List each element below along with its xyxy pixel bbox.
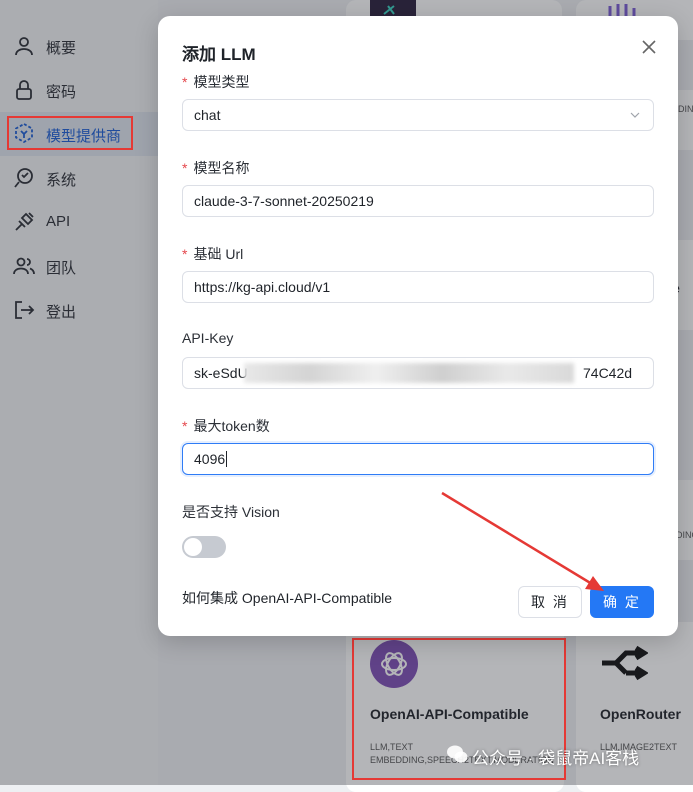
model-type-label: * 模型类型 (182, 72, 249, 92)
annotation-box (7, 116, 133, 150)
confirm-button[interactable]: 确 定 (590, 586, 654, 618)
label-text: 是否支持 Vision (182, 504, 280, 520)
model-name-label: * 模型名称 (182, 158, 249, 178)
label-text: 模型类型 (193, 74, 250, 90)
required-mark: * (182, 418, 188, 434)
input-value: claude-3-7-sonnet-20250219 (194, 193, 374, 209)
required-mark: * (182, 160, 188, 176)
wechat-icon (447, 745, 468, 763)
max-tokens-input[interactable]: 4096 (182, 443, 654, 475)
cancel-button[interactable]: 取 消 (518, 586, 582, 618)
close-icon[interactable] (638, 36, 660, 58)
integration-help-link[interactable]: 如何集成 OpenAI-API-Compatible (182, 588, 392, 608)
vision-toggle[interactable] (182, 536, 226, 558)
redaction-blur (244, 363, 574, 383)
text-caret (226, 451, 228, 467)
label-text: 基础 Url (193, 246, 244, 262)
label-text: 最大token数 (193, 418, 270, 434)
required-mark: * (182, 74, 188, 90)
model-name-input[interactable]: claude-3-7-sonnet-20250219 (182, 185, 654, 217)
input-value: 4096 (194, 451, 226, 467)
api-key-label: API-Key (182, 330, 233, 346)
label-text: API-Key (182, 330, 234, 346)
model-type-select[interactable]: chat (182, 99, 654, 131)
dialog-title: 添加 LLM (182, 45, 256, 64)
add-llm-dialog: 添加 LLM * 模型类型 chat * 模型名称 claude-3-7-sonne… (158, 16, 678, 636)
vision-label: 是否支持 Vision (182, 502, 280, 522)
base-url-label: * 基础 Url (182, 244, 243, 264)
input-value-prefix: sk-eSdU (194, 365, 248, 381)
label-text: 模型名称 (193, 160, 250, 176)
input-value: https://kg-api.cloud/v1 (194, 279, 331, 295)
max-tokens-label: * 最大token数 (182, 416, 270, 436)
watermark-text: 公众号 · 袋鼠帝AI客栈 (472, 749, 640, 768)
select-value: chat (194, 107, 221, 123)
base-url-input[interactable]: https://kg-api.cloud/v1 (182, 271, 654, 303)
chevron-down-icon (630, 112, 640, 118)
toggle-knob (184, 538, 202, 556)
input-value-suffix: 74C42d (583, 365, 633, 381)
required-mark: * (182, 246, 188, 262)
